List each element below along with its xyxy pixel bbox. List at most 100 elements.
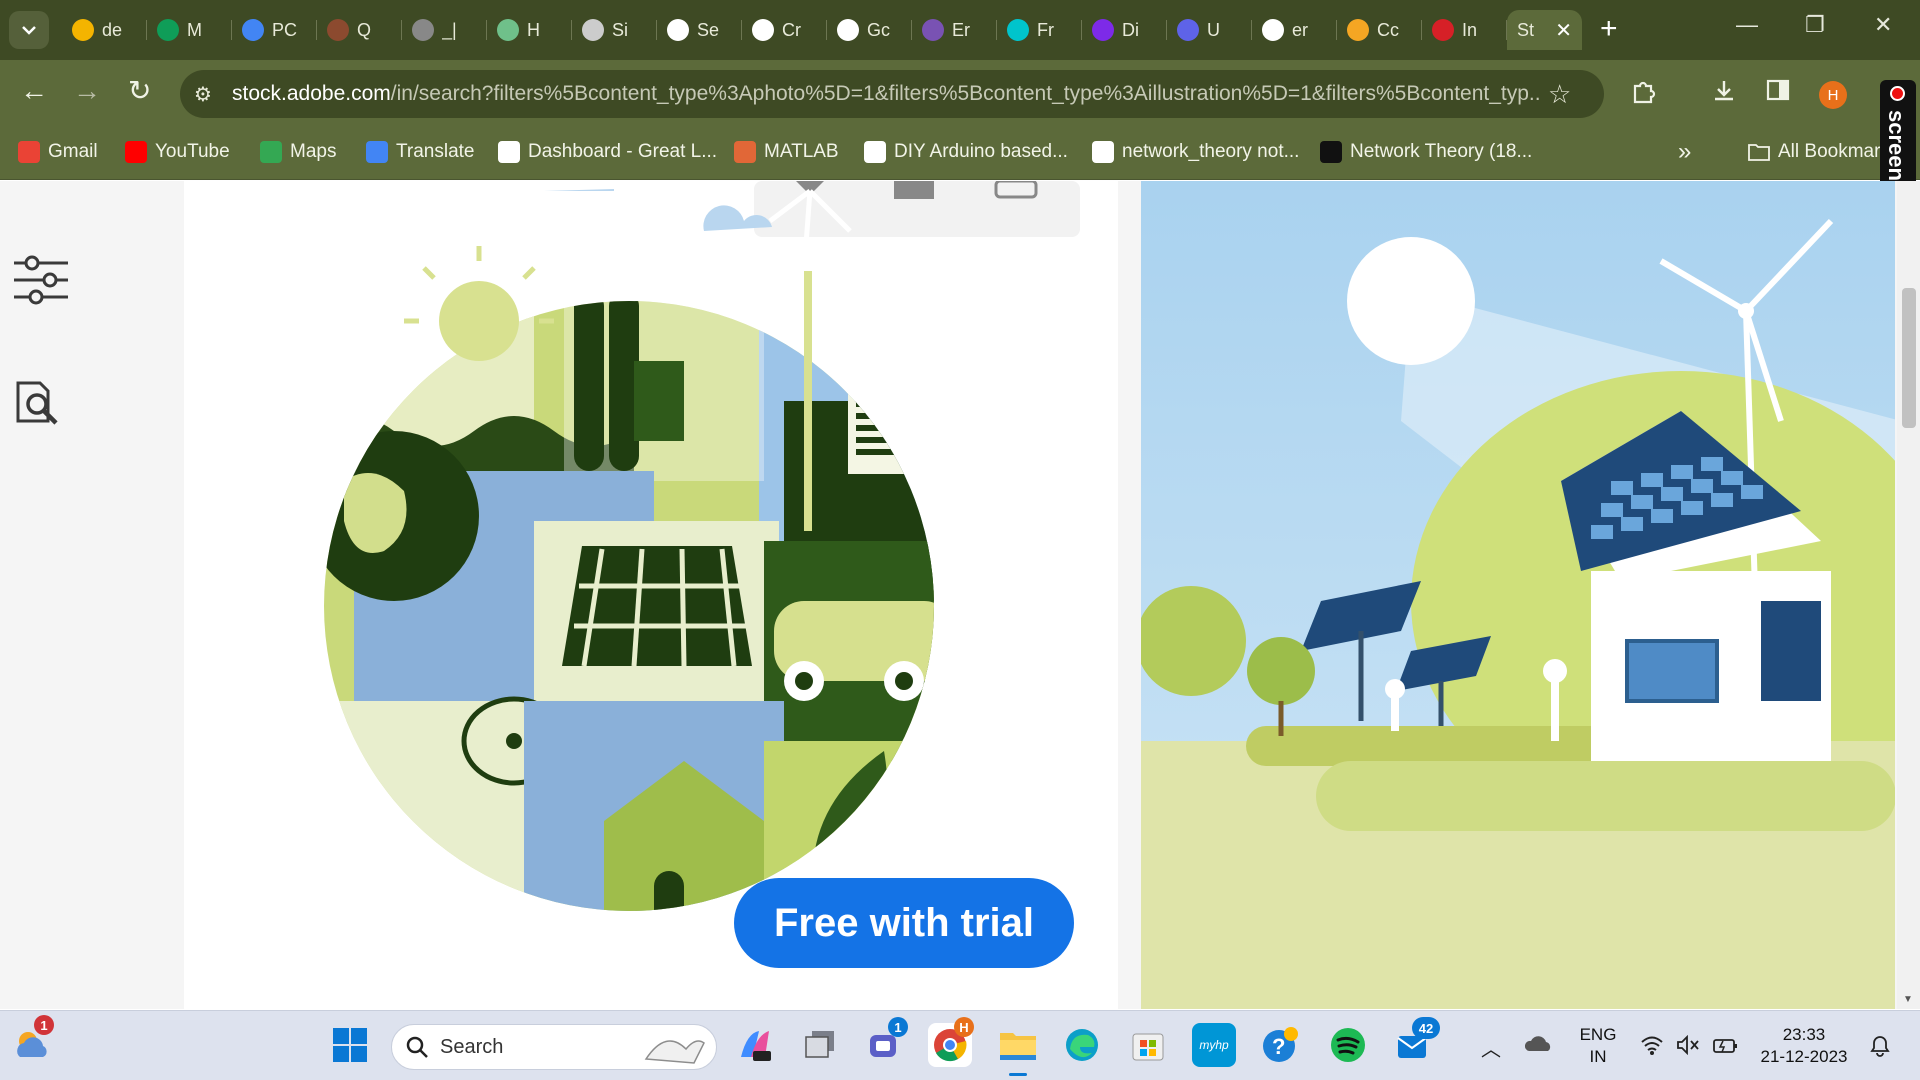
browser-tab[interactable]: M [147,10,232,50]
profile-avatar[interactable]: H [1819,81,1847,109]
bookmark-item[interactable]: Dashboard - Great L... [498,139,717,165]
new-tab-button[interactable]: + [1600,14,1618,44]
scrollbar-thumb[interactable] [1902,288,1916,428]
address-bar[interactable]: ⚙ stock.adobe.com/in/search?filters%5Bco… [180,70,1604,118]
svg-text:?: ? [1272,1034,1285,1059]
onedrive-icon[interactable] [1524,1034,1553,1057]
browser-tab[interactable]: Fr [997,10,1082,50]
bookmark-item[interactable]: Maps [260,139,336,165]
tab-search-button[interactable] [9,11,49,49]
bookmark-item[interactable]: DIY Arduino based... [864,139,1068,165]
tab-list: de M PC Q _| H Si Se Cr Gc Er Fr Di Uer Cc In St ✕ [62,10,1582,54]
browser-tab[interactable]: H [487,10,572,50]
weather-widget-icon[interactable]: 1 [10,1015,54,1067]
reload-button[interactable]: ↻ [128,77,151,105]
minimize-button[interactable]: — [1736,12,1758,38]
help-icon[interactable]: ? [1258,1023,1302,1067]
tray-overflow-chevron-icon[interactable]: ︿ [1481,1033,1501,1062]
browser-tab[interactable]: Er [912,10,997,50]
search-placeholder: Search [440,1035,504,1058]
tab-title: PC [272,19,298,40]
battery-icon[interactable] [1712,1035,1738,1060]
scribd-icon [1320,141,1342,163]
browser-tab[interactable]: U [1167,10,1252,50]
browser-tab[interactable]: Se [657,10,742,50]
browser-tab[interactable]: Gc [827,10,912,50]
browser-tab[interactable]: Cc [1337,10,1422,50]
microsoft-store-icon[interactable] [1126,1023,1170,1067]
browser-tab[interactable]: Cr [742,10,827,50]
bookmark-item[interactable]: Translate [366,139,475,165]
solar-house-illustration [1141,181,1895,1009]
tab-title: M [187,19,202,40]
restore-button[interactable]: ❐ [1805,12,1825,38]
all-bookmarks-button[interactable]: All Bookmar [1748,139,1880,165]
globe-icon [864,141,886,163]
visual-search-icon[interactable] [12,373,70,431]
tab-title: Si [612,19,629,40]
close-tab-icon[interactable]: ✕ [1555,18,1572,43]
bookmark-item[interactable]: network_theory not... [1092,139,1299,165]
back-button[interactable]: ← [20,77,48,105]
download-icon[interactable] [1711,78,1737,111]
left-rail [0,181,112,1009]
teams-icon[interactable]: 1 [862,1017,908,1067]
tab-title: Gc [867,19,891,40]
wifi-icon[interactable] [1640,1035,1664,1060]
teams-badge: 1 [888,1017,908,1037]
browser-tab[interactable]: In [1422,10,1507,50]
bookmark-star-icon[interactable]: ☆ [1548,79,1571,110]
bookmark-item[interactable]: YouTube [125,139,230,165]
tab-title: St [1517,19,1535,40]
notifications-icon[interactable] [1868,1033,1892,1062]
browser-tab[interactable]: er [1252,10,1337,50]
taskbar-search[interactable]: Search [391,1024,717,1070]
bookmark-item[interactable]: Network Theory (18... [1320,139,1532,165]
google-drive-icon [157,19,179,41]
filters-icon[interactable] [12,251,70,309]
scroll-down-arrow[interactable]: ▼ [1903,994,1913,1005]
bookmark-label: MATLAB [764,141,839,162]
file-explorer-icon[interactable] [996,1023,1040,1067]
search-highlight-icon [644,1040,705,1064]
chrome-icon[interactable]: H [928,1017,974,1067]
page-content: Free with trial ▼ [0,181,1920,1009]
bookmark-item[interactable]: MATLAB [734,139,839,165]
mail-icon[interactable]: 42 [1392,1017,1440,1067]
browser-tab[interactable]: Di [1082,10,1167,50]
browser-tab[interactable]: PC [232,10,317,50]
tab-title: Er [952,19,970,40]
record-icon [1890,86,1905,101]
browser-tab[interactable]: de [62,10,147,50]
browser-tab-active[interactable]: St ✕ [1507,10,1582,50]
mail-badge: 42 [1412,1017,1440,1039]
circle-icon [582,19,604,41]
browser-tab[interactable]: Si [572,10,657,50]
clock[interactable]: 23:33 21-12-2023 [1756,1024,1852,1068]
stock-image-card-1[interactable]: Free with trial [184,181,1118,1009]
edge-icon[interactable] [1060,1023,1104,1067]
extensions-icon[interactable] [1631,78,1657,111]
close-window-button[interactable]: ✕ [1874,12,1892,38]
tab-title: Fr [1037,19,1054,40]
browser-tab[interactable]: _| [402,10,487,50]
free-with-trial-button[interactable]: Free with trial [734,878,1074,968]
start-button[interactable] [328,1023,372,1067]
url-text[interactable]: stock.adobe.com/in/search?filters%5Bcont… [232,82,1542,106]
spotify-icon[interactable] [1326,1023,1370,1067]
site-settings-icon[interactable]: ⚙ [194,82,224,107]
bookmark-label: Network Theory (18... [1350,141,1533,162]
language-indicator[interactable]: ENG IN [1578,1024,1618,1068]
stock-image-card-2[interactable] [1141,181,1895,1009]
bookmarks-overflow-button[interactable]: » [1678,138,1691,165]
task-view-icon[interactable] [798,1023,842,1067]
volume-muted-icon[interactable] [1676,1034,1700,1060]
bookmark-item[interactable]: Gmail [18,139,98,165]
side-panel-icon[interactable] [1766,78,1790,109]
copilot-icon[interactable] [733,1023,777,1067]
forward-button[interactable]: → [73,77,101,105]
browser-tab[interactable]: Q [317,10,402,50]
myhp-icon[interactable]: myhp [1192,1023,1236,1067]
page-scrollbar[interactable]: ▼ [1897,181,1920,1009]
google-drive-icon [72,19,94,41]
